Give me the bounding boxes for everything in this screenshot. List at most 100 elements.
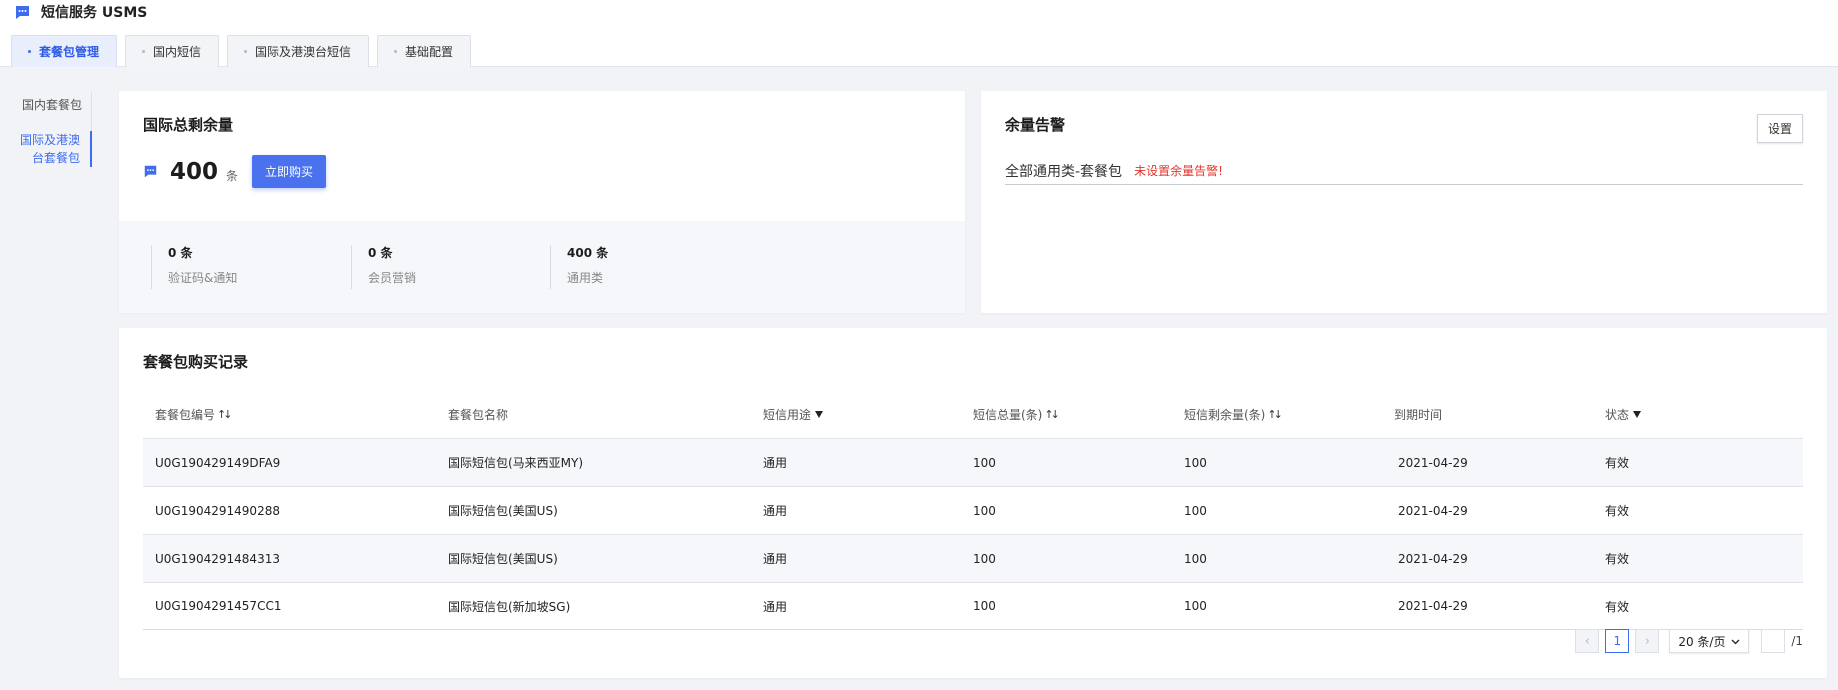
tab-label: 套餐包管理 [39, 45, 100, 59]
message-icon [14, 4, 31, 21]
column-header-status[interactable]: 状态 [1593, 406, 1803, 423]
tab-dot-icon [28, 50, 31, 53]
cell-remaining: 100 [1184, 455, 1207, 470]
cell-usage: 通用 [763, 552, 788, 566]
alert-title: 余量告警 [1005, 116, 1066, 134]
cell-name: 国际短信包(马来西亚MY) [448, 456, 584, 470]
message-icon [143, 164, 158, 179]
column-header-label: 短信剩余量(条) [1184, 407, 1266, 422]
chevron-left-icon: ‹ [1584, 633, 1590, 649]
cell-id: U0G1904291490288 [155, 503, 280, 518]
sidebar-item-label: 国内套餐包 [21, 98, 82, 112]
cell-name: 国际短信包(美国US) [448, 504, 558, 518]
side-nav: 国内套餐包 国际及港澳 台套餐包 [0, 67, 100, 690]
cell-usage: 通用 [763, 456, 788, 470]
tab-international-sms[interactable]: 国际及港澳台短信 [227, 35, 370, 67]
page-jump-input[interactable] [1761, 629, 1786, 653]
stat-general: 400 条 通用类 [550, 245, 608, 289]
filter-icon[interactable] [815, 410, 824, 418]
column-header-expiry: 到期时间 [1382, 406, 1593, 423]
column-header-label: 短信用途 [763, 407, 812, 422]
cell-total: 100 [973, 551, 996, 566]
sort-icon[interactable]: ↑↓ [1044, 408, 1060, 421]
alert-row: 全部通用类-套餐包 未设置余量告警! [1005, 157, 1803, 185]
table-header: 套餐包编号 ↑↓ 套餐包名称 短信用途 短信总量(条) ↑↓ 短信剩余量(条) ↑↓ … [143, 390, 1803, 438]
table-row: U0G190429149DFA9 国际短信包(马来西亚MY) 通用 100 10… [143, 438, 1803, 486]
table-row: U0G1904291490288 国际短信包(美国US) 通用 100 100 … [143, 486, 1803, 534]
records-title: 套餐包购买记录 [143, 353, 249, 371]
sidebar-item-label: 台套餐包 [31, 151, 80, 165]
table-row: U0G1904291457CC1 国际短信包(新加坡SG) 通用 100 100… [143, 582, 1803, 630]
app-title: 短信服务 USMS [41, 5, 148, 21]
cell-expiry: 2021-04-29 [1398, 503, 1468, 518]
filter-icon[interactable] [1633, 410, 1642, 418]
column-header-label: 套餐包编号 [155, 407, 216, 422]
sort-icon[interactable]: ↑↓ [1267, 408, 1283, 421]
page-size-value: 20 条/页 [1678, 634, 1726, 649]
pagination: ‹ 1 › 20 条/页 /1 [1575, 629, 1803, 653]
records-table: 套餐包编号 ↑↓ 套餐包名称 短信用途 短信总量(条) ↑↓ 短信剩余量(条) ↑↓ … [143, 390, 1803, 630]
balance-unit: 条 [226, 169, 239, 183]
cell-status: 有效 [1605, 456, 1630, 470]
balance-breakdown: 0 条 验证码&通知 0 条 会员营销 400 条 通用类 [119, 221, 965, 313]
stat-verification: 0 条 验证码&通知 [151, 245, 237, 289]
column-header-label: 短信总量(条) [973, 407, 1043, 422]
cell-status: 有效 [1605, 599, 1630, 614]
tab-package-management[interactable]: 套餐包管理 [11, 35, 118, 67]
balance-title: 国际总剩余量 [143, 116, 234, 134]
chevron-right-icon: › [1644, 633, 1650, 649]
main-tabs: 套餐包管理 国内短信 国际及港澳台短信 基础配置 [11, 35, 472, 67]
buy-now-button[interactable]: 立即购买 [252, 155, 327, 188]
stat-label: 通用类 [567, 271, 604, 285]
cell-expiry: 2021-04-29 [1398, 455, 1468, 470]
sort-icon[interactable]: ↑↓ [217, 408, 233, 421]
cell-expiry: 2021-04-29 [1398, 551, 1468, 566]
balance-card: 国际总剩余量 400 条 立即购买 0 条 验证码&通知 0 条 会员营销 40… [119, 91, 965, 313]
column-header-label: 套餐包名称 [448, 407, 509, 422]
stat-value: 0 条 [368, 246, 393, 260]
tab-label: 基础配置 [405, 45, 454, 59]
cell-total: 100 [973, 503, 996, 518]
cell-remaining: 100 [1184, 503, 1207, 518]
tab-label: 国际及港澳台短信 [255, 45, 352, 59]
column-header-total[interactable]: 短信总量(条) ↑↓ [961, 406, 1172, 423]
tab-dot-icon [142, 50, 146, 53]
total-pages: /1 [1791, 634, 1803, 648]
tab-dot-icon [244, 50, 248, 53]
sidebar-item-domestic-package[interactable]: 国内套餐包 [0, 96, 92, 114]
page-number-button[interactable]: 1 [1605, 629, 1630, 653]
cell-name: 国际短信包(新加坡SG) [448, 599, 571, 614]
cell-usage: 通用 [763, 599, 788, 614]
stat-label: 会员营销 [368, 271, 417, 285]
cell-total: 100 [973, 599, 996, 613]
column-header-remaining[interactable]: 短信剩余量(条) ↑↓ [1172, 406, 1382, 423]
top-header: 短信服务 USMS 套餐包管理 国内短信 国际及港澳台短信 基础配置 [0, 0, 1838, 67]
tab-basic-config[interactable]: 基础配置 [377, 35, 472, 67]
cell-id: U0G190429149DFA9 [155, 455, 281, 470]
balance-summary: 400 条 立即购买 [143, 155, 327, 188]
prev-page-button[interactable]: ‹ [1575, 629, 1600, 653]
column-header-id[interactable]: 套餐包编号 ↑↓ [143, 406, 436, 423]
table-row: U0G1904291484313 国际短信包(美国US) 通用 100 100 … [143, 534, 1803, 582]
tab-dot-icon [394, 50, 398, 53]
sidebar-item-label: 国际及港澳 [19, 133, 80, 147]
tab-label: 国内短信 [153, 45, 202, 59]
column-header-usage[interactable]: 短信用途 [751, 406, 961, 423]
next-page-button[interactable]: › [1635, 629, 1660, 653]
sidebar-item-international-package[interactable]: 国际及港澳 台套餐包 [0, 131, 92, 167]
page-size-select[interactable]: 20 条/页 [1669, 629, 1750, 653]
balance-value: 400 [170, 158, 219, 185]
column-header-label: 到期时间 [1394, 407, 1443, 422]
cell-remaining: 100 [1184, 599, 1207, 613]
cell-usage: 通用 [763, 504, 788, 518]
cell-name: 国际短信包(美国US) [448, 552, 558, 566]
cell-expiry: 2021-04-29 [1398, 599, 1468, 613]
purchase-records-card: 套餐包购买记录 套餐包编号 ↑↓ 套餐包名称 短信用途 短信总量(条) ↑↓ 短信剩… [119, 328, 1827, 678]
stat-value: 400 条 [567, 246, 609, 260]
column-header-label: 状态 [1605, 407, 1630, 422]
alert-card: 余量告警 设置 全部通用类-套餐包 未设置余量告警! [981, 91, 1827, 313]
chevron-down-icon [1731, 634, 1740, 648]
alert-settings-button[interactable]: 设置 [1756, 114, 1803, 143]
tab-domestic-sms[interactable]: 国内短信 [125, 35, 220, 67]
alert-warning-text: 未设置余量告警! [1134, 164, 1223, 178]
